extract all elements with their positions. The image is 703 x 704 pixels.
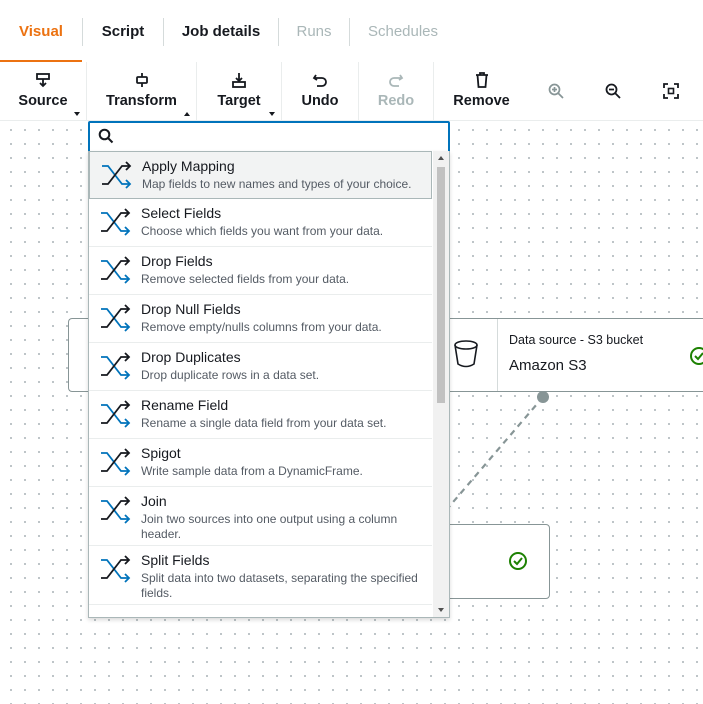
check-circle-icon	[690, 347, 703, 365]
target-icon	[232, 73, 246, 88]
tab-script[interactable]: Script	[83, 0, 163, 62]
check-circle-icon	[509, 552, 527, 570]
transform-dropdown: Apply Mapping Map fields to new names and…	[88, 151, 450, 618]
edge-handle[interactable]	[537, 391, 549, 403]
transform-option-title: Apply Mapping	[142, 158, 235, 174]
zoom-out-icon	[605, 83, 621, 99]
transform-option-description: Rename a single data field from your dat…	[141, 416, 387, 430]
transform-option-title: Select Fields	[141, 205, 222, 221]
node-title: Amazon S3	[509, 357, 587, 374]
tab-visual[interactable]: Visual	[0, 0, 82, 63]
scroll-up-icon[interactable]	[438, 156, 444, 160]
shuffle-icon	[101, 496, 131, 524]
transform-list: Apply Mapping Map fields to new names and…	[89, 151, 432, 605]
tab-runs[interactable]: Runs	[279, 0, 349, 62]
node-subtitle: Data source - S3 bucket	[509, 333, 644, 347]
fit-screen-icon	[663, 83, 679, 99]
transform-option[interactable]: Rename Field Rename a single data field f…	[89, 391, 432, 439]
remove-button[interactable]: Remove	[434, 62, 529, 120]
transform-option-title: Spigot	[141, 445, 181, 461]
transform-option[interactable]: Drop Null Fields Remove empty/nulls colum…	[89, 295, 432, 343]
transform-option-description: Map fields to new names and types of you…	[142, 177, 412, 191]
shuffle-icon	[101, 256, 131, 284]
caret-down-icon	[269, 112, 275, 116]
transform-option[interactable]: Apply Mapping Map fields to new names and…	[89, 151, 432, 199]
transform-icon	[135, 73, 148, 87]
transform-option-description: Split data into two datasets, separating…	[141, 571, 418, 600]
shuffle-icon	[102, 161, 132, 189]
scroll-down-icon[interactable]	[438, 608, 444, 612]
transform-option[interactable]: Select Fields Choose which fields you wan…	[89, 199, 432, 247]
transform-option-title: Join	[141, 493, 167, 509]
transform-option[interactable]: Drop Fields Remove selected fields from y…	[89, 247, 432, 295]
shuffle-icon	[101, 400, 131, 428]
target-label: Target	[217, 93, 261, 109]
toolbar: Source Transform Target Undo Redo Remove	[0, 62, 703, 121]
tab-bar: Visual Script Job details Runs Schedules	[0, 0, 703, 63]
transform-option[interactable]: Spigot Write sample data from a DynamicFr…	[89, 439, 432, 487]
redo-label: Redo	[377, 93, 415, 109]
tab-schedules[interactable]: Schedules	[350, 0, 456, 62]
transform-option[interactable]: Split Fields Split data into two datasets…	[89, 546, 432, 605]
source-label: Source	[18, 93, 68, 109]
s3-source-node[interactable]: Data source - S3 bucket Amazon S3	[440, 318, 703, 392]
scrollbar[interactable]	[433, 151, 449, 617]
transform-option[interactable]: Drop Duplicates Drop duplicate rows in a …	[89, 343, 432, 391]
transform-option-title: Drop Fields	[141, 253, 213, 269]
node-divider	[497, 319, 498, 391]
undo-icon	[312, 74, 327, 87]
trash-icon	[475, 72, 488, 88]
search-icon	[98, 128, 114, 144]
fit-screen-button[interactable]	[653, 62, 689, 120]
transform-option-title: Drop Null Fields	[141, 301, 241, 317]
shuffle-icon	[101, 352, 131, 380]
zoom-in-icon	[548, 83, 564, 99]
transform-option-description: Drop duplicate rows in a data set.	[141, 368, 320, 382]
redo-button[interactable]: Redo	[359, 62, 433, 120]
transform-option-description: Remove empty/nulls columns from your dat…	[141, 320, 382, 334]
source-icon	[36, 73, 50, 88]
transform-option-description: Choose which fields you want from your d…	[141, 224, 384, 238]
shuffle-icon	[101, 208, 131, 236]
transform-label: Transform	[106, 93, 177, 109]
transform-option-description: Join two sources into one output using a…	[141, 512, 398, 541]
transform-option[interactable]: Join Join two sources into one output usi…	[89, 487, 432, 546]
source-button[interactable]: Source	[0, 62, 86, 120]
transform-option-description: Remove selected fields from your data.	[141, 272, 350, 286]
caret-down-icon	[74, 112, 80, 116]
transform-search	[88, 121, 450, 153]
remove-label: Remove	[453, 93, 510, 109]
transform-option-description: Write sample data from a DynamicFrame.	[141, 464, 363, 478]
target-button[interactable]: Target	[197, 62, 281, 120]
redo-icon	[389, 74, 404, 87]
caret-up-icon	[184, 112, 190, 116]
search-input[interactable]	[120, 127, 442, 149]
transform-option-title: Rename Field	[141, 397, 229, 413]
shuffle-icon	[101, 555, 131, 583]
transform-option-title: Split Fields	[141, 552, 210, 568]
scroll-thumb[interactable]	[437, 167, 445, 403]
shuffle-icon	[101, 304, 131, 332]
s3-bucket-icon	[454, 340, 478, 368]
transform-button[interactable]: Transform	[87, 62, 196, 120]
undo-label: Undo	[301, 93, 339, 109]
undo-button[interactable]: Undo	[282, 62, 358, 120]
zoom-out-button[interactable]	[595, 62, 631, 120]
transform-option-title: Drop Duplicates	[141, 349, 241, 365]
zoom-in-button[interactable]	[538, 62, 574, 120]
tab-job-details[interactable]: Job details	[164, 0, 278, 62]
shuffle-icon	[101, 448, 131, 476]
